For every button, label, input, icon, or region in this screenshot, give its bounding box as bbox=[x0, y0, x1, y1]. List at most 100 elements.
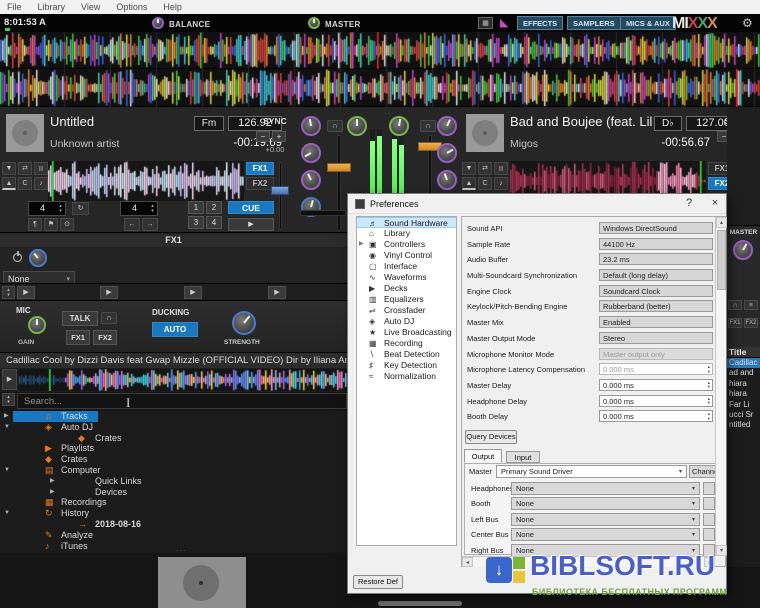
sidebar-item[interactable]: ▶ Quick Links bbox=[0, 476, 152, 487]
sidebar-item[interactable]: ▶ Devices bbox=[0, 487, 137, 498]
splitter-handle[interactable]: ··· bbox=[176, 546, 187, 555]
sidebar-item[interactable]: ▼ ◈ Auto DJ bbox=[0, 422, 103, 433]
crossfader[interactable] bbox=[300, 210, 346, 216]
setting-value-combo[interactable]: Soundcard Clock bbox=[599, 285, 713, 297]
power-icon[interactable] bbox=[13, 253, 22, 262]
table-row[interactable]: ntitled bbox=[727, 420, 760, 430]
preview-play-button[interactable]: ▶ bbox=[2, 369, 17, 390]
mic-pfl-button[interactable]: ∩ bbox=[101, 312, 117, 324]
deck1-pitch-slider[interactable] bbox=[279, 162, 282, 230]
preferences-tree-item[interactable]: ∖ Beat Detection bbox=[357, 349, 456, 360]
preview-waveform[interactable] bbox=[19, 369, 349, 391]
repeat-icon[interactable]: ⇄ bbox=[478, 162, 492, 175]
sampler4-play-button[interactable]: ▶ bbox=[268, 286, 286, 299]
preferences-tree-item[interactable]: ∿ Waveforms bbox=[357, 272, 456, 283]
master-strip-knob[interactable] bbox=[733, 240, 753, 260]
ducking-strength-knob[interactable] bbox=[232, 311, 256, 335]
deck1-cue-button[interactable]: CUE bbox=[228, 201, 274, 214]
deck1-beatjump-forward-button[interactable]: → bbox=[142, 218, 158, 231]
menu-item[interactable]: Help bbox=[163, 2, 182, 12]
hotcue-menu-icon[interactable]: C bbox=[18, 177, 32, 190]
deck1-sync-button[interactable]: SYNC bbox=[254, 116, 296, 126]
waveform-toggle-icon[interactable]: ◣ bbox=[500, 16, 508, 29]
eject-icon[interactable]: ▲ bbox=[2, 177, 16, 190]
setting-value-combo[interactable]: 0.000 ms bbox=[599, 395, 713, 407]
ch2-eq-mid-knob[interactable] bbox=[437, 170, 457, 190]
master-fx1-button[interactable]: FX1 bbox=[728, 318, 742, 328]
preferences-tree-item[interactable]: ▢ Interface bbox=[357, 261, 456, 272]
ch1-quickeffect-knob[interactable] bbox=[347, 116, 367, 136]
keylock-icon[interactable]: ♪ bbox=[494, 177, 508, 190]
setting-value-combo[interactable]: Enabled bbox=[599, 316, 713, 328]
menu-item[interactable]: Library bbox=[38, 2, 66, 12]
preferences-tree-item[interactable]: ⌂ Library bbox=[357, 228, 456, 239]
scroll-left-icon[interactable]: ◂ bbox=[462, 557, 473, 567]
preferences-tree-item[interactable]: ◈ Auto DJ bbox=[357, 316, 456, 327]
master-gain-knob[interactable] bbox=[308, 17, 320, 29]
deck1-waveform[interactable] bbox=[48, 161, 244, 201]
expander-icon[interactable]: ▶ bbox=[4, 411, 9, 422]
ch1-gain-knob[interactable] bbox=[301, 116, 321, 136]
ch2-quickeffect-knob[interactable] bbox=[389, 116, 409, 136]
sidebar-item[interactable]: ▼ ↻ History bbox=[0, 508, 99, 519]
deck1-fx2-assign-button[interactable]: FX2 bbox=[246, 177, 274, 190]
hotcue-button[interactable]: 1 bbox=[188, 201, 204, 214]
setting-value-combo[interactable]: Default (long delay) bbox=[599, 269, 713, 281]
ducking-auto-button[interactable]: AUTO bbox=[152, 322, 198, 337]
preferences-tree-item[interactable]: ⇌ Crossfader bbox=[357, 305, 456, 316]
hotcue-button[interactable]: 2 bbox=[206, 201, 222, 214]
setting-value-combo[interactable]: 0.000 ms bbox=[599, 379, 713, 391]
horizontal-scrollbar[interactable] bbox=[378, 601, 462, 606]
table-row[interactable]: hiara bbox=[727, 379, 760, 389]
quantize-icon[interactable]: ¶ bbox=[28, 218, 42, 231]
menu-item[interactable]: View bbox=[81, 2, 100, 12]
preferences-tree-item[interactable]: ♬ Sound Hardware bbox=[357, 217, 456, 228]
sampler2-play-button[interactable]: ▶ bbox=[100, 286, 118, 299]
channels-button[interactable]: Channels bbox=[689, 465, 716, 478]
slip-icon[interactable]: ||| bbox=[494, 162, 508, 175]
passthrough-icon[interactable]: ▼ bbox=[462, 162, 476, 175]
search-input[interactable] bbox=[17, 393, 347, 409]
ch1-eq-mid-knob[interactable] bbox=[301, 170, 321, 190]
deck1-loop-size-spinbox[interactable]: 4 ▴▾ bbox=[28, 201, 66, 216]
master-eq-button[interactable]: ≡ bbox=[744, 300, 758, 310]
output-device-combo[interactable]: None ▾ bbox=[511, 513, 700, 526]
hotcue-button[interactable]: 4 bbox=[206, 216, 222, 229]
deck1-pitch-handle[interactable] bbox=[271, 186, 289, 195]
tab-input[interactable]: Input bbox=[506, 451, 540, 463]
sidebar-item[interactable]: ▶ ♫ Tracks bbox=[0, 411, 98, 422]
ch1-pfl-button[interactable]: ∩ bbox=[327, 120, 343, 132]
master-device-combo[interactable]: Primary Sound Driver ▾ bbox=[496, 465, 687, 478]
preferences-tree-item[interactable]: ▶ Decks bbox=[357, 283, 456, 294]
sidebar-item[interactable]: ♪ iTunes bbox=[0, 541, 98, 552]
sidebar-item[interactable]: → 2018-08-16 bbox=[0, 519, 151, 530]
effects-toggle-button[interactable]: EFFECTS bbox=[517, 16, 563, 30]
slip-icon[interactable]: ||| bbox=[34, 162, 48, 175]
sidebar-item[interactable]: ✎ Analyze bbox=[0, 530, 103, 541]
track-table-title-header[interactable]: Title bbox=[727, 347, 760, 358]
mic-gain-knob[interactable] bbox=[28, 316, 46, 334]
menu-item[interactable]: File bbox=[7, 2, 22, 12]
samplers-toggle-button[interactable]: SAMPLERS bbox=[567, 16, 621, 30]
expander-icon[interactable]: ▶ bbox=[50, 487, 55, 498]
table-row[interactable]: Cadillac bbox=[727, 358, 760, 368]
ch2-eq-high-knob[interactable] bbox=[437, 143, 457, 163]
scroll-up-icon[interactable]: ▴ bbox=[716, 217, 727, 228]
preferences-tree-item[interactable]: ◉ Vinyl Control bbox=[357, 250, 456, 261]
sidebar-item[interactable]: ◆ Crates bbox=[0, 454, 98, 465]
ch2-pfl-button[interactable]: ∩ bbox=[420, 120, 436, 132]
gear-icon[interactable]: ⚙ bbox=[742, 16, 753, 30]
talk-button[interactable]: TALK bbox=[62, 311, 98, 326]
table-row[interactable]: ucci Sr bbox=[727, 410, 760, 420]
preferences-tree-item[interactable]: ≈ Normalization bbox=[357, 371, 456, 382]
library-spinner[interactable]: ▴▾ bbox=[2, 393, 15, 406]
expander-icon[interactable]: ▶ bbox=[359, 239, 364, 250]
dialog-titlebar[interactable]: Preferences ? × bbox=[348, 194, 726, 214]
mic-fx1-button[interactable]: FX1 bbox=[66, 330, 90, 345]
deck1-bpm-plus-button[interactable]: + bbox=[272, 131, 286, 142]
setting-value-combo[interactable]: 44100 Hz bbox=[599, 238, 713, 250]
deck1-fx1-assign-button[interactable]: FX1 bbox=[246, 162, 274, 175]
ch1-eq-high-knob[interactable] bbox=[301, 143, 321, 163]
spinny-icon[interactable] bbox=[183, 565, 219, 601]
keyboard-icon[interactable]: ▦ bbox=[478, 17, 493, 29]
